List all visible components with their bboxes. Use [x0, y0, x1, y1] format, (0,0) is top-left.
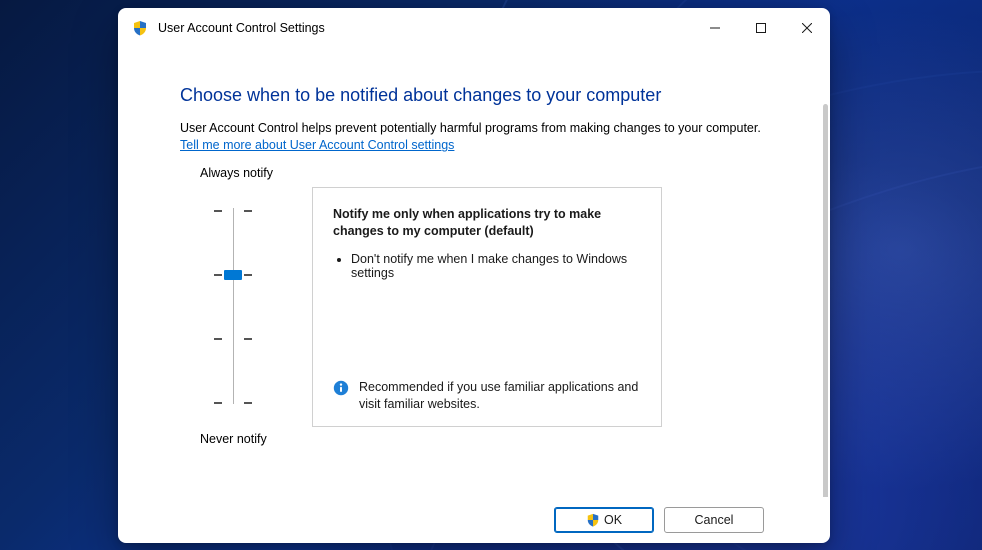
slider-tick [214, 274, 222, 276]
slider-tick [214, 210, 222, 212]
window-title: User Account Control Settings [158, 21, 325, 35]
setting-name: Notify me only when applications try to … [333, 206, 641, 240]
setting-bullet: Don't notify me when I make changes to W… [351, 252, 641, 280]
page-heading: Choose when to be notified about changes… [180, 84, 794, 107]
shield-icon [586, 513, 600, 527]
setting-bullets: Don't notify me when I make changes to W… [333, 252, 641, 280]
cancel-button[interactable]: Cancel [664, 507, 764, 533]
minimize-button[interactable] [692, 8, 738, 48]
minimize-icon [710, 23, 720, 33]
shield-icon [132, 20, 148, 36]
recommendation-text: Recommended if you use familiar applicat… [359, 379, 641, 413]
dialog-button-row: OK Cancel [118, 497, 830, 543]
slider-tick [244, 402, 252, 404]
uac-settings-window: User Account Control Settings [118, 8, 830, 543]
slider-tick [214, 338, 222, 340]
slider-label-bottom: Never notify [180, 432, 312, 446]
maximize-icon [756, 23, 766, 33]
ok-button[interactable]: OK [554, 507, 654, 533]
slider-tick [244, 274, 252, 276]
content-area: Choose when to be notified about changes… [118, 48, 822, 497]
cancel-button-label: Cancel [695, 513, 734, 527]
ok-button-label: OK [604, 513, 622, 527]
setting-description-box: Notify me only when applications try to … [312, 187, 662, 427]
slider-thumb[interactable] [224, 270, 242, 280]
slider-tick [244, 338, 252, 340]
setting-recommendation: Recommended if you use familiar applicat… [333, 379, 641, 413]
scrollbar-vertical[interactable] [823, 104, 828, 497]
maximize-button[interactable] [738, 8, 784, 48]
page-intro: User Account Control helps prevent poten… [180, 121, 794, 135]
slider-track [233, 208, 234, 404]
slider-tick [214, 402, 222, 404]
learn-more-link[interactable]: Tell me more about User Account Control … [180, 138, 454, 152]
close-button[interactable] [784, 8, 830, 48]
info-icon [333, 380, 349, 396]
notification-level-slider[interactable] [180, 186, 312, 426]
close-icon [802, 23, 812, 33]
slider-tick [244, 210, 252, 212]
titlebar[interactable]: User Account Control Settings [118, 8, 830, 48]
slider-label-top: Always notify [180, 166, 312, 180]
